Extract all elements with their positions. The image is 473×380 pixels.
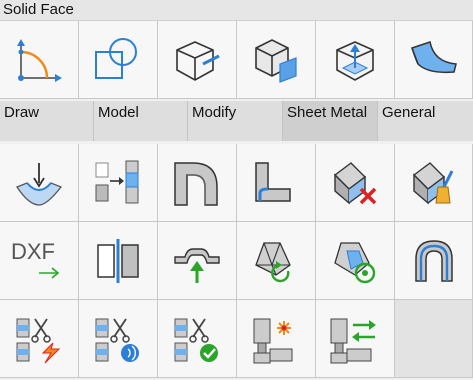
junction-spark-icon — [253, 318, 293, 363]
junction-swap-icon — [330, 318, 376, 363]
repair-tool[interactable] — [395, 144, 473, 222]
tab-modify[interactable]: Modify — [188, 101, 283, 141]
box-face-icon — [255, 38, 297, 83]
refold-icon — [334, 241, 376, 283]
rip-check-tool[interactable] — [158, 300, 237, 378]
dxf-label: DXF — [11, 239, 55, 264]
refold-tool[interactable] — [316, 222, 395, 300]
tab-modify-label: Modify — [192, 104, 237, 121]
split-tool[interactable] — [79, 222, 158, 300]
u-bend-icon — [414, 239, 453, 282]
tab-draw-label: Draw — [4, 104, 40, 121]
tab-general[interactable]: General — [378, 101, 473, 141]
delete-feature-tool[interactable] — [316, 144, 395, 222]
square-circle-icon — [95, 37, 137, 79]
dxf-export-tool[interactable]: DXF — [0, 222, 79, 300]
tab-draw[interactable]: Draw — [0, 101, 94, 141]
u-bend-tool[interactable] — [395, 222, 473, 300]
rip-lightning-tool[interactable] — [0, 300, 79, 378]
unfold-icon — [255, 241, 291, 282]
bend-tool[interactable] — [0, 144, 79, 222]
curved-face-icon — [410, 40, 457, 73]
box-extrude-icon — [176, 40, 220, 81]
split-icon — [97, 238, 139, 283]
tool-row-3: DXF — [0, 222, 473, 300]
flange-corner-tool[interactable] — [158, 144, 237, 222]
tab-general-label: General — [382, 104, 436, 121]
box-extrude-tool[interactable] — [158, 21, 237, 99]
flange-corner-icon — [174, 161, 218, 206]
box-face-tool[interactable] — [237, 21, 316, 99]
tab-sheet-metal[interactable]: Sheet Metal — [283, 101, 378, 141]
rip-check-icon — [174, 318, 218, 362]
square-circle-tool[interactable] — [79, 21, 158, 99]
l-flange-tool[interactable] — [237, 144, 316, 222]
dxf-export-icon: DXF — [11, 239, 60, 279]
lift-flange-tool[interactable] — [158, 222, 237, 300]
junction-swap-tool[interactable] — [316, 300, 395, 378]
delete-feature-icon — [333, 161, 377, 205]
l-flange-icon — [255, 161, 291, 202]
junction-spark-tool[interactable] — [237, 300, 316, 378]
bend-icon — [16, 162, 63, 206]
rip-sound-tool[interactable] — [79, 300, 158, 378]
tab-sheet-metal-label: Sheet Metal — [287, 104, 368, 121]
lift-flange-icon — [174, 247, 220, 283]
empty-slot — [395, 300, 473, 378]
box-arrow-tool[interactable] — [316, 21, 395, 99]
tool-row-4 — [0, 300, 473, 378]
rip-sound-icon — [95, 318, 139, 362]
tab-model-label: Model — [98, 104, 139, 121]
tool-row-2 — [0, 144, 473, 222]
repair-brush-icon — [412, 161, 453, 205]
rip-lightning-icon — [16, 318, 61, 363]
tab-bar: Draw Model Modify Sheet Metal General — [0, 101, 473, 141]
unfold-tool[interactable] — [237, 222, 316, 300]
junction-tool[interactable] — [79, 144, 158, 222]
arc-corner-icon — [17, 38, 62, 82]
tool-row-1 — [0, 21, 473, 99]
box-arrow-icon — [336, 40, 374, 81]
arc-corner-tool[interactable] — [0, 21, 79, 99]
curved-face-tool[interactable] — [395, 21, 473, 99]
panel-title-bar: Solid Face — [0, 0, 473, 21]
tab-model[interactable]: Model — [94, 101, 188, 141]
junction-icon — [95, 160, 139, 203]
panel-title: Solid Face — [3, 1, 74, 18]
